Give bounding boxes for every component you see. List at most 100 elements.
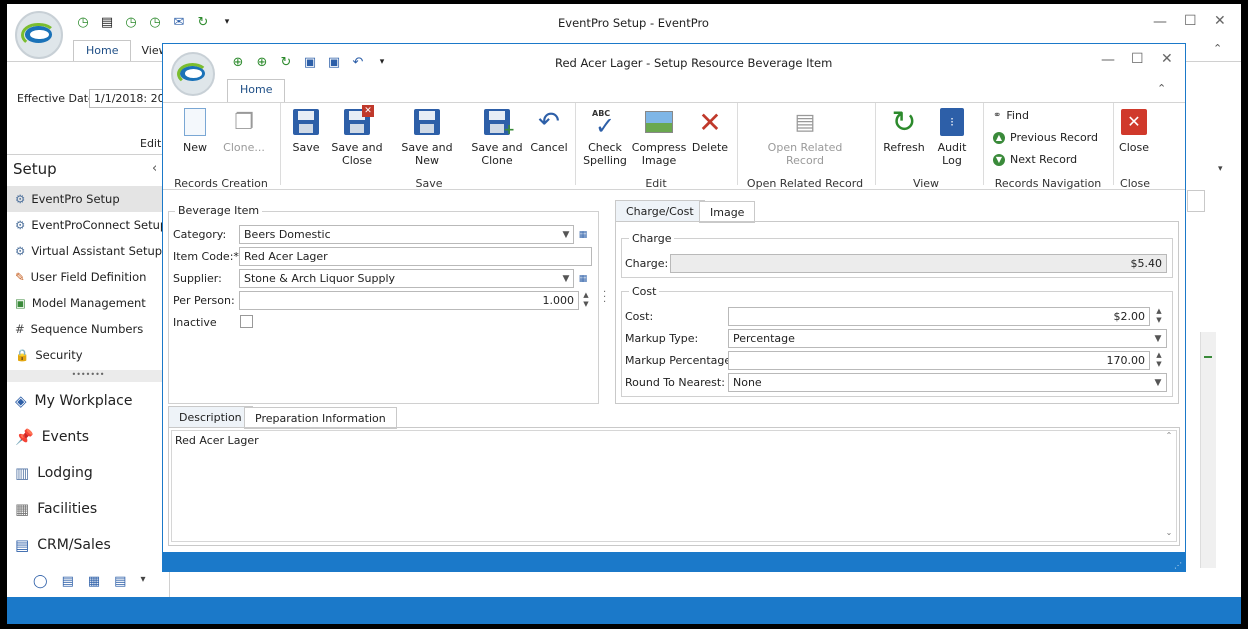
compress-image-button[interactable]: Compress Image xyxy=(632,107,686,167)
effective-date-field[interactable]: 1/1/2018: 2018 xyxy=(89,89,171,108)
collapse-nav-icon[interactable]: ‹ xyxy=(152,161,157,176)
save-icon[interactable]: ▣ xyxy=(302,54,318,70)
category-select[interactable]: Beers Domestic xyxy=(239,225,574,244)
window-quick-access-toolbar: ⊕ ⊕ ↻ ▣ ▣ ↶ ▾ xyxy=(230,54,390,70)
background-scrollbar[interactable] xyxy=(1200,332,1216,568)
nav-item-events[interactable]: 📌 Events xyxy=(7,419,169,455)
cost-spinner[interactable]: ▲ ▼ xyxy=(1153,307,1165,326)
supplier-select[interactable]: Stone & Arch Liquor Supply xyxy=(239,269,574,288)
setup-item-eventproconnect-setup[interactable]: ⚙ EventProConnect Setup xyxy=(7,212,169,238)
cancel-button[interactable]: ↶ Cancel xyxy=(529,107,569,155)
save-button[interactable]: Save xyxy=(289,107,323,154)
customize-qat-icon[interactable]: ▾ xyxy=(219,14,235,30)
setup-item-user-field-definition[interactable]: ✎ User Field Definition xyxy=(7,264,169,290)
chevron-down-icon[interactable]: ▼ xyxy=(559,226,573,243)
save-close-icon[interactable]: ▣ xyxy=(326,54,342,70)
arrow-down-circle-icon[interactable]: ⊕ xyxy=(254,54,270,70)
window-status-bar xyxy=(163,552,1185,571)
outer-title-bar: ◷ ▤ ◷ ◷ ✉ ↻ ▾ EventPro Setup - EventPro … xyxy=(7,4,1241,59)
effective-date-label: Effective Date xyxy=(17,92,95,105)
setup-item-security[interactable]: 🔒 Security xyxy=(7,342,169,368)
round-to-nearest-select[interactable]: None xyxy=(728,373,1167,392)
item-code-input[interactable]: Red Acer Lager xyxy=(239,247,592,266)
setup-item-sequence-numbers[interactable]: # Sequence Numbers xyxy=(7,316,169,342)
close-button[interactable]: ✕ Close xyxy=(1119,107,1149,154)
save-and-new-button[interactable]: Save and New xyxy=(391,107,463,167)
resize-grip-icon[interactable]: ⋰ xyxy=(1174,561,1182,570)
refresh-icon[interactable]: ↻ xyxy=(278,54,294,70)
description-textarea[interactable]: Red Acer Lager xyxy=(171,430,1177,542)
markup-percentage-spinner[interactable]: ▲ ▼ xyxy=(1153,351,1165,370)
per-person-input[interactable]: 1.000 xyxy=(239,291,579,310)
maximize-icon[interactable]: ☐ xyxy=(1184,13,1197,29)
panel-splitter[interactable]: · · · xyxy=(603,288,606,308)
floppy-icon xyxy=(291,107,321,137)
setup-item-model-management[interactable]: ▣ Model Management xyxy=(7,290,169,316)
refresh-button[interactable]: ↻ Refresh xyxy=(881,107,927,154)
check-spelling-button[interactable]: ABC ✓ Check Spelling xyxy=(583,107,627,167)
calculator-icon[interactable]: ▦ xyxy=(88,574,100,589)
find-button[interactable]: ⚭ Find xyxy=(993,109,1029,122)
open-related-record-button[interactable]: ▤ Open Related Record xyxy=(763,107,847,167)
next-record-button[interactable]: ▼ Next Record xyxy=(993,153,1077,166)
nav-item-crm-sales[interactable]: ▤ CRM/Sales xyxy=(7,527,169,563)
setup-item-eventpro-setup[interactable]: ⚙ EventPro Setup xyxy=(7,186,169,212)
close-icon[interactable]: ✕ xyxy=(1161,51,1173,67)
inactive-checkbox[interactable] xyxy=(240,315,253,328)
clipboard-icon[interactable]: ▤ xyxy=(62,574,74,589)
nav-item-lodging[interactable]: ▥ Lodging xyxy=(7,455,169,491)
audit-log-button[interactable]: ⁝ Audit Log xyxy=(933,107,971,167)
tab-home[interactable]: Home xyxy=(227,79,286,102)
nav-item-facilities[interactable]: ▦ Facilities xyxy=(7,491,169,527)
delete-button[interactable]: ✕ Delete xyxy=(691,107,729,154)
undo-icon[interactable]: ↶ xyxy=(350,54,366,70)
new-button[interactable]: New xyxy=(175,107,215,154)
tab-image[interactable]: Image xyxy=(699,201,756,223)
save-and-close-button[interactable]: ✕ Save and Close xyxy=(331,105,383,167)
close-icon[interactable]: ✕ xyxy=(1214,13,1226,29)
lookup-grid-icon[interactable]: ▦ xyxy=(576,226,590,243)
save-and-clone-button[interactable]: + Save and Clone xyxy=(471,107,523,167)
description-scrollbar[interactable]: ⌃ ⌄ xyxy=(1163,431,1175,539)
open-related-record-group-label: Open Related Record xyxy=(746,177,864,190)
collapse-ribbon-icon[interactable]: ⌃ xyxy=(1213,42,1222,55)
minimize-icon[interactable]: — xyxy=(1101,52,1115,68)
per-person-spinner[interactable]: ▲ ▼ xyxy=(580,291,592,310)
clone-button[interactable]: ❐ Clone... xyxy=(219,107,269,154)
chevron-down-icon[interactable]: ▾ xyxy=(1218,164,1223,174)
mail-icon[interactable]: ✉ xyxy=(171,14,187,30)
chat-icon[interactable]: ◯ xyxy=(33,574,48,589)
refresh-icon: ↻ xyxy=(891,104,917,140)
collapse-ribbon-icon[interactable]: ⌃ xyxy=(1157,82,1166,95)
tab-home[interactable]: Home xyxy=(73,40,132,61)
chevron-down-icon[interactable]: ▼ xyxy=(1151,330,1165,347)
nav-item-my-workplace[interactable]: ◈ My Workplace xyxy=(7,383,169,419)
chevron-down-icon[interactable]: ▾ xyxy=(140,574,145,589)
notes-icon[interactable]: ▤ xyxy=(114,574,126,589)
chevron-down-icon[interactable]: ▼ xyxy=(1151,374,1165,391)
chevron-down-icon[interactable]: ▼ xyxy=(559,270,573,287)
markup-percentage-input[interactable]: 170.00 xyxy=(728,351,1150,370)
clock-icon[interactable]: ◷ xyxy=(147,14,163,30)
minimize-icon[interactable]: — xyxy=(1153,14,1167,30)
tab-description[interactable]: Description xyxy=(168,406,253,428)
setup-item-virtual-assistant-setup[interactable]: ⚙ Virtual Assistant Setup xyxy=(7,238,169,264)
refresh-icon[interactable]: ↻ xyxy=(195,14,211,30)
clock-icon[interactable]: ◷ xyxy=(123,14,139,30)
clock-icon[interactable]: ◷ xyxy=(75,14,91,30)
cost-input[interactable]: $2.00 xyxy=(728,307,1150,326)
cubes-icon: ▣ xyxy=(15,296,26,310)
tab-charge-cost[interactable]: Charge/Cost xyxy=(615,200,705,222)
arrow-up-circle-icon[interactable]: ⊕ xyxy=(230,54,246,70)
maximize-icon[interactable]: ☐ xyxy=(1131,51,1144,67)
inactive-label: Inactive xyxy=(173,316,217,329)
customize-qat-icon[interactable]: ▾ xyxy=(374,54,390,70)
lock-icon: 🔒 xyxy=(15,348,30,362)
markup-type-select[interactable]: Percentage xyxy=(728,329,1167,348)
document-icon[interactable]: ▤ xyxy=(99,14,115,30)
lookup-grid-icon[interactable]: ▦ xyxy=(576,270,590,287)
tab-preparation-information[interactable]: Preparation Information xyxy=(244,407,397,429)
category-label: Category: xyxy=(173,228,227,241)
previous-record-button[interactable]: ▲ Previous Record xyxy=(993,131,1098,144)
nav-splitter[interactable]: ••••••• xyxy=(7,370,169,382)
